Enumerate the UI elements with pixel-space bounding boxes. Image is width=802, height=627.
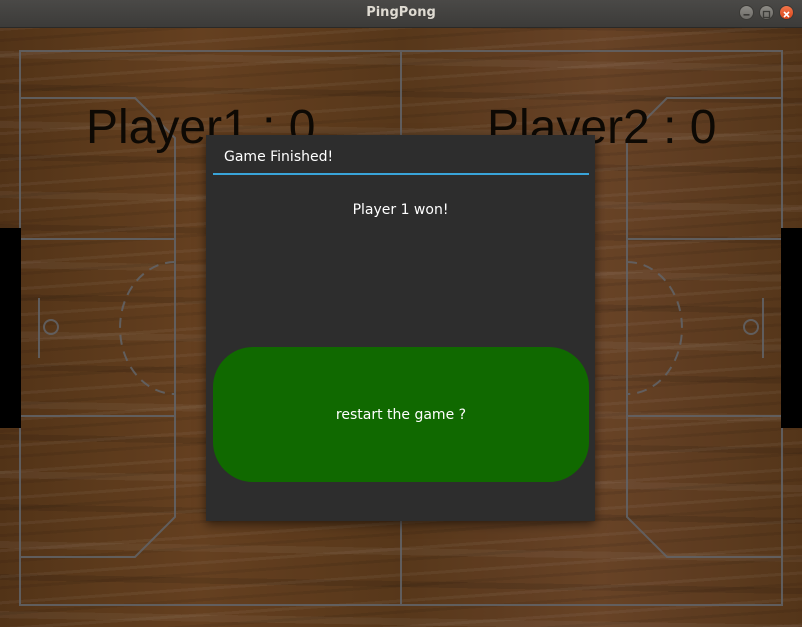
title-bar[interactable]: PingPong bbox=[0, 0, 802, 28]
dialog-title-separator bbox=[213, 173, 589, 175]
maximize-button[interactable] bbox=[759, 5, 774, 20]
restart-button[interactable]: restart the game ? bbox=[213, 347, 589, 482]
dialog-title: Game Finished! bbox=[224, 149, 334, 165]
minimize-icon bbox=[740, 6, 753, 19]
app-window: PingPong Player1: 0 Player2: 0 Game Fi… bbox=[0, 0, 802, 627]
maximize-icon bbox=[760, 6, 773, 19]
player1-paddle bbox=[0, 228, 21, 428]
winner-message: Player 1 won! bbox=[352, 202, 449, 218]
minimize-button[interactable] bbox=[739, 5, 754, 20]
close-button[interactable] bbox=[779, 5, 794, 20]
close-icon bbox=[780, 6, 793, 19]
game-finished-dialog: Game Finished! Player 1 won! restart the… bbox=[206, 135, 595, 521]
player2-paddle bbox=[781, 228, 802, 428]
restart-button-label: restart the game ? bbox=[335, 406, 467, 423]
window-title: PingPong bbox=[366, 5, 436, 20]
